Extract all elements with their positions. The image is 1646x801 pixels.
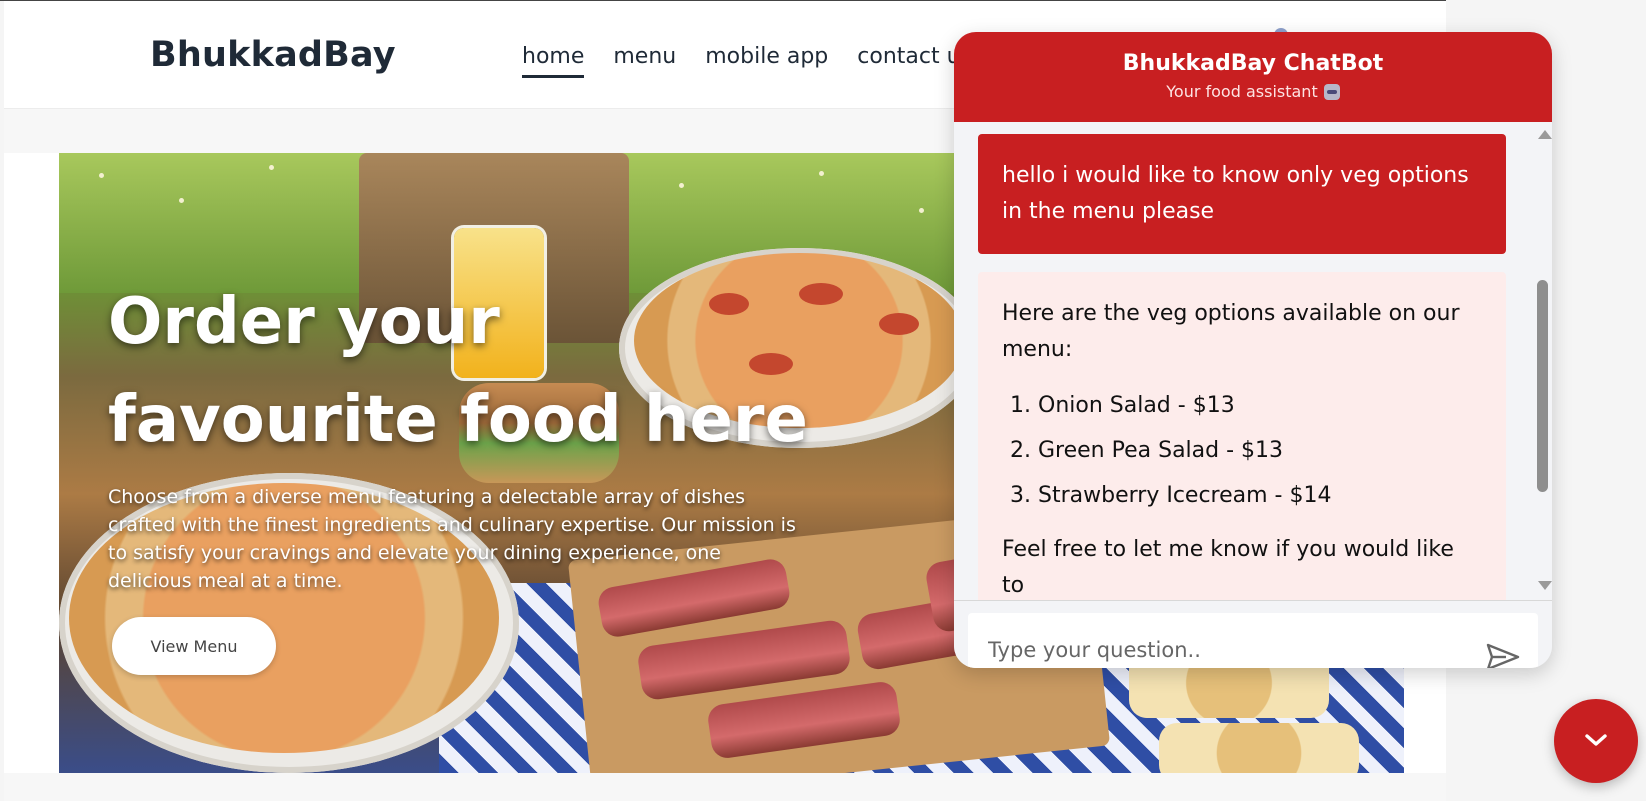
view-menu-button[interactable]: View Menu: [112, 617, 276, 675]
robot-icon: [1323, 84, 1340, 100]
scroll-up-arrow-icon[interactable]: [1538, 130, 1552, 139]
bot-message-intro: Here are the veg options available on ou…: [1002, 301, 1460, 362]
chat-messages[interactable]: hello i would like to know only veg opti…: [954, 122, 1552, 600]
scrollbar-thumb[interactable]: [1537, 280, 1548, 492]
nav-item-mobile-app[interactable]: mobile app: [705, 44, 828, 78]
bot-message-tail: Feel free to let me know if you would li…: [1002, 537, 1454, 598]
hero-title: Order your favourite food here: [108, 285, 808, 457]
chatbot-title: BhukkadBay ChatBot: [1122, 51, 1384, 76]
list-item: Green Pea Salad - $13: [1038, 433, 1482, 469]
chat-input-bar: [954, 600, 1552, 668]
chevron-down-icon: [1585, 734, 1607, 746]
send-icon[interactable]: [1486, 643, 1520, 668]
main-nav: home menu mobile app contact us: [522, 44, 972, 78]
hero-description: Choose from a diverse menu featuring a d…: [108, 486, 796, 592]
site-logo[interactable]: BhukkadBay: [150, 35, 396, 75]
scroll-down-arrow-icon[interactable]: [1538, 581, 1552, 590]
user-message: hello i would like to know only veg opti…: [978, 134, 1506, 254]
chatbot-window: BhukkadBay ChatBot Your food assistant h…: [954, 32, 1552, 668]
chatbot-header: BhukkadBay ChatBot Your food assistant: [954, 32, 1552, 122]
chatbot-subtitle: Your food assistant: [954, 82, 1552, 101]
veg-options-list: Onion Salad - $13 Green Pea Salad - $13 …: [1002, 388, 1482, 514]
chatbot-subtitle-text: Your food assistant: [1166, 82, 1318, 101]
bot-message: Here are the veg options available on ou…: [978, 272, 1506, 600]
chat-toggle-button[interactable]: [1554, 699, 1638, 783]
chat-question-input[interactable]: [968, 613, 1538, 668]
list-item: Strawberry Icecream - $14: [1038, 478, 1482, 514]
chat-scrollbar[interactable]: [1533, 122, 1552, 600]
list-item: Onion Salad - $13: [1038, 388, 1482, 424]
nav-item-menu[interactable]: menu: [613, 44, 676, 78]
nav-item-home[interactable]: home: [522, 44, 585, 78]
